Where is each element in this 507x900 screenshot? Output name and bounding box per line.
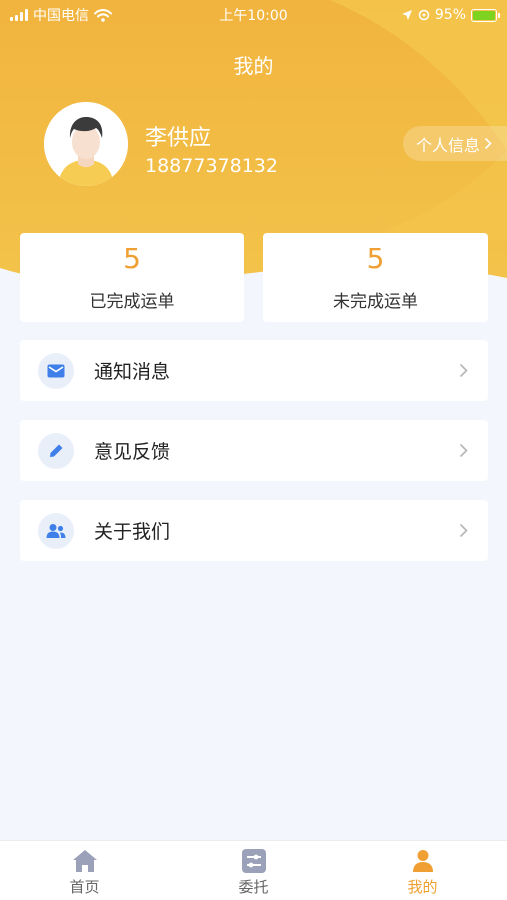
tab-entrust[interactable]: 委托 xyxy=(169,841,338,900)
page-title: 我的 xyxy=(233,54,274,78)
home-icon xyxy=(72,850,97,872)
chevron-right-icon xyxy=(459,523,468,538)
menu-item-notifications[interactable]: 通知消息 xyxy=(20,340,488,401)
sliders-icon xyxy=(241,849,266,873)
pending-orders-label: 未完成运单 xyxy=(333,292,418,312)
tab-home[interactable]: 首页 xyxy=(0,841,169,900)
users-icon xyxy=(38,512,74,549)
user-phone: 18877378132 xyxy=(145,155,278,177)
battery-icon xyxy=(471,8,500,22)
profile-info-button[interactable]: 个人信息 xyxy=(403,126,507,161)
completed-orders-count: 5 xyxy=(123,242,141,275)
completed-orders-card[interactable]: 5 已完成运单 xyxy=(20,233,244,322)
menu-item-label: 意见反馈 xyxy=(94,441,171,463)
mail-icon xyxy=(38,352,74,389)
avatar[interactable] xyxy=(44,102,128,186)
tab-label: 首页 xyxy=(69,878,100,896)
tab-label: 委托 xyxy=(238,878,269,896)
tab-label: 我的 xyxy=(407,878,438,896)
completed-orders-label: 已完成运单 xyxy=(89,292,175,312)
menu-item-about-us[interactable]: 关于我们 xyxy=(20,500,488,561)
status-bar: 中国电信 上午10:00 95% xyxy=(0,0,507,30)
alarm-icon xyxy=(418,9,430,21)
pencil-icon xyxy=(38,432,74,469)
chevron-right-icon xyxy=(459,363,468,378)
profile-info-label: 个人信息 xyxy=(416,135,481,155)
carrier-label: 中国电信 xyxy=(33,8,89,24)
user-name: 李供应 xyxy=(145,126,212,151)
wifi-icon xyxy=(94,8,112,22)
menu-item-label: 通知消息 xyxy=(94,361,171,383)
menu-item-label: 关于我们 xyxy=(94,521,171,543)
bottom-tab-bar: 首页 委托 我的 xyxy=(0,840,507,900)
battery-percent: 95% xyxy=(434,7,466,23)
menu-item-feedback[interactable]: 意见反馈 xyxy=(20,420,488,481)
tab-mine[interactable]: 我的 xyxy=(338,841,507,900)
chevron-right-icon xyxy=(484,137,492,150)
person-icon xyxy=(412,850,433,872)
pending-orders-card[interactable]: 5 未完成运单 xyxy=(263,233,488,322)
signal-icon xyxy=(10,9,28,21)
chevron-right-icon xyxy=(459,443,468,458)
location-arrow-icon xyxy=(401,10,412,20)
pending-orders-count: 5 xyxy=(366,242,385,275)
